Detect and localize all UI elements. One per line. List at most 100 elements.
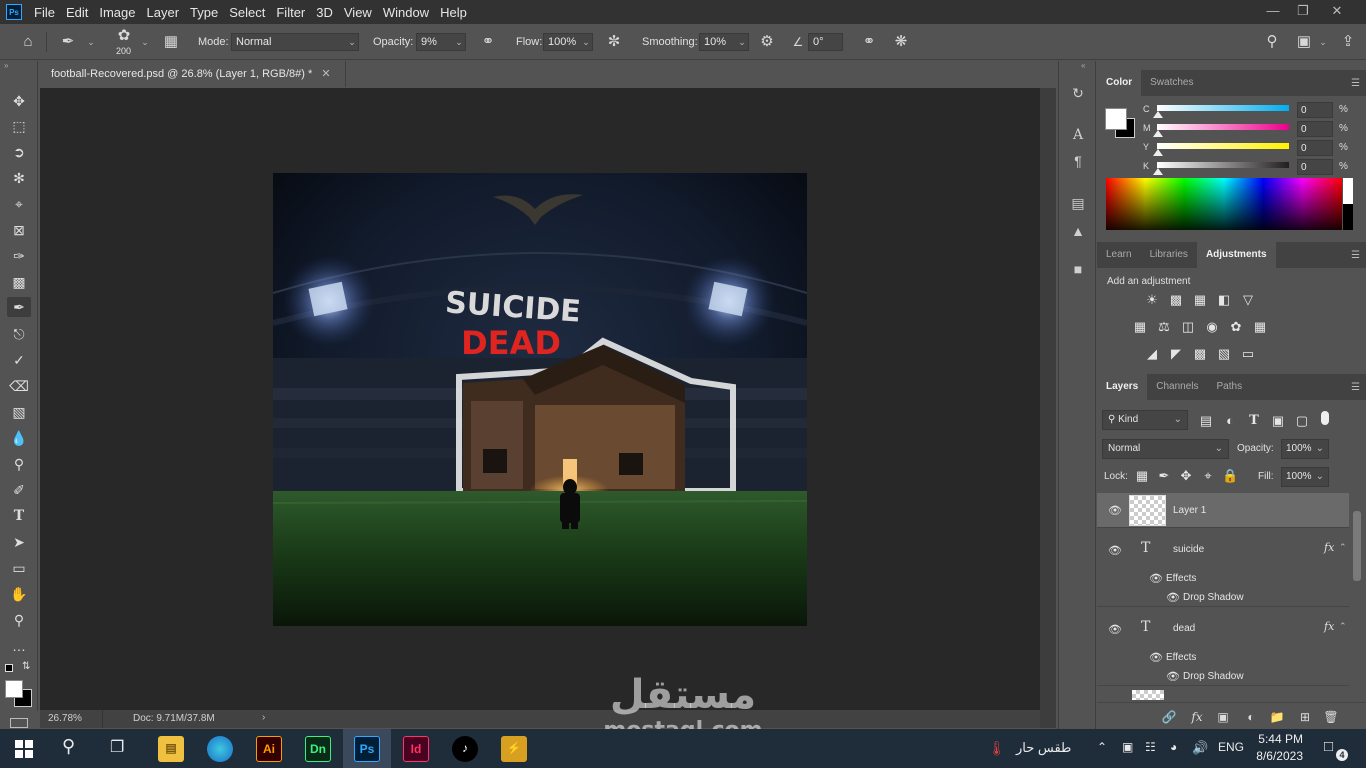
trash-icon[interactable]: 🗑 (1323, 709, 1339, 725)
chevron-down-icon[interactable]: ⌄ (452, 33, 466, 51)
lock-transparent-icon[interactable]: ▦ (1134, 468, 1150, 484)
tab-adjustments[interactable]: Adjustments (1196, 242, 1276, 268)
rectangle-tool-icon[interactable]: ▭ (9, 558, 29, 578)
volume-icon[interactable]: 🔊 (1192, 740, 1208, 756)
quick-mask-icon[interactable] (10, 718, 28, 728)
character-icon[interactable]: A (1068, 125, 1088, 145)
panel-menu-icon[interactable]: ☰ (1351, 250, 1360, 261)
clock-date[interactable]: 8/6/2023 (1255, 749, 1303, 763)
filter-pixel-icon[interactable]: ▤ (1198, 413, 1214, 429)
menu-window[interactable]: Window (383, 5, 429, 20)
spectrum-black[interactable] (1343, 204, 1353, 230)
yellow-slider[interactable] (1157, 143, 1289, 149)
effects-label[interactable]: Effects (1166, 652, 1196, 663)
panel-menu-icon[interactable]: ☰ (1351, 78, 1360, 89)
path-select-tool-icon[interactable]: ➤ (9, 532, 29, 552)
photo-filter-icon[interactable]: ◉ (1204, 319, 1220, 335)
link-icon[interactable]: 🔗 (1161, 709, 1177, 725)
filter-shape-icon[interactable]: ▣ (1270, 413, 1286, 429)
new-adjustment-icon[interactable]: ◐ (1243, 709, 1259, 725)
type-tool-icon[interactable]: T (9, 506, 29, 526)
eraser-tool-icon[interactable]: ⌫ (9, 376, 29, 396)
magenta-field[interactable]: 0 (1297, 121, 1333, 137)
network-icon[interactable]: ☷ (1145, 740, 1156, 754)
tab-paths[interactable]: Paths (1208, 374, 1252, 400)
add-mask-icon[interactable]: ▣ (1215, 709, 1231, 725)
angle-field[interactable]: 0° (808, 33, 843, 51)
threshold-icon[interactable]: ▩ (1192, 346, 1208, 362)
file-explorer-icon[interactable]: ▤ (158, 736, 184, 762)
gradient-map-icon[interactable]: ▭ (1240, 346, 1256, 362)
blend-mode-select[interactable]: Normal ⌄ (1102, 439, 1229, 459)
menu-3d[interactable]: 3D (316, 5, 333, 20)
menu-file[interactable]: File (34, 5, 55, 20)
magenta-thumb[interactable] (1153, 130, 1163, 137)
quick-select-tool-icon[interactable]: ✻ (9, 168, 29, 188)
panel-menu-icon[interactable]: ☰ (1351, 382, 1360, 393)
eyedropper-tool-icon[interactable]: ✑ (9, 246, 29, 266)
magenta-slider[interactable] (1157, 124, 1289, 130)
language-indicator[interactable]: ENG (1218, 740, 1244, 754)
document-canvas[interactable]: SUICIDE DEAD (273, 173, 807, 626)
black-slider[interactable] (1157, 162, 1289, 168)
black-thumb[interactable] (1153, 168, 1163, 175)
invert-icon[interactable]: ◢ (1144, 346, 1160, 362)
fx-icon[interactable]: fx (1324, 541, 1334, 554)
menu-layer[interactable]: Layer (147, 5, 180, 20)
brush-preset-dropdown[interactable]: ⌄ (84, 33, 98, 51)
menu-select[interactable]: Select (229, 5, 265, 20)
tab-swatches[interactable]: Swatches (1141, 70, 1202, 96)
eye-icon[interactable]: 👁 (1149, 651, 1163, 664)
new-layer-icon[interactable]: ⊞ (1297, 709, 1313, 725)
close-tab-icon[interactable]: ✕ (321, 68, 330, 80)
home-icon[interactable]: ⌂ (18, 32, 38, 52)
menu-type[interactable]: Type (190, 5, 218, 20)
pressure-size-icon[interactable]: ⚭ (859, 32, 879, 52)
crop-tool-icon[interactable]: ⌖ (9, 194, 29, 214)
clock-time[interactable]: 5:44 PM (1257, 732, 1303, 746)
search-icon[interactable]: ⚲ (62, 736, 75, 757)
filter-smart-object-icon[interactable]: ▢ (1294, 413, 1310, 429)
tab-learn[interactable]: Learn (1097, 242, 1141, 268)
curves-icon[interactable]: ▦ (1192, 292, 1208, 308)
layer-name[interactable]: Layer 1 (1173, 505, 1206, 516)
black-field[interactable]: 0 (1297, 159, 1333, 175)
layer-name[interactable]: suicide (1173, 544, 1204, 555)
eye-icon[interactable]: 👁 (1108, 544, 1122, 557)
tiktok-icon[interactable]: ♪ (452, 736, 478, 762)
yellow-thumb[interactable] (1153, 149, 1163, 156)
layer-row-suicide[interactable]: 👁 T suicide fx ⌃ 👁 Effects 👁 Drop Shadow (1097, 530, 1349, 607)
brush-tool-icon[interactable]: ✒ (7, 297, 31, 317)
marquee-tool-icon[interactable]: ⬚ (9, 116, 29, 136)
chevron-down-icon[interactable]: ⌄ (579, 33, 593, 51)
brush-settings-icon[interactable]: ▦ (161, 32, 181, 52)
layers-scrollbar[interactable] (1351, 493, 1363, 703)
dodge-tool-icon[interactable]: ⚲ (9, 454, 29, 474)
menu-help[interactable]: Help (440, 5, 467, 20)
effect-drop-shadow[interactable]: Drop Shadow (1183, 592, 1244, 603)
close-icon[interactable]: ✕ (1322, 3, 1352, 21)
thermometer-icon[interactable]: 🌡 (988, 740, 1006, 757)
color-lookup-icon[interactable]: ▦ (1252, 319, 1268, 335)
tab-layers[interactable]: Layers (1097, 374, 1148, 400)
eye-icon[interactable]: 👁 (1149, 572, 1163, 585)
menu-edit[interactable]: Edit (66, 5, 88, 20)
document-tab[interactable]: football-Recovered.psd @ 26.8% (Layer 1,… (40, 61, 346, 87)
channel-mixer-icon[interactable]: ✿ (1228, 319, 1244, 335)
filter-type-icon[interactable]: T (1246, 413, 1262, 429)
gear-icon[interactable]: ⚙ (757, 32, 777, 52)
chevron-down-icon[interactable]: ⌄ (735, 33, 749, 51)
lock-all-icon[interactable]: 🔒 (1222, 468, 1238, 484)
selective-color-icon[interactable]: ▧ (1216, 346, 1232, 362)
task-view-icon[interactable]: ❐ (110, 737, 124, 757)
collapse-icon[interactable]: » (4, 61, 8, 70)
exposure-icon[interactable]: ◧ (1216, 292, 1232, 308)
paragraph-icon[interactable]: ¶ (1068, 151, 1088, 171)
dimension-icon[interactable]: Dn (305, 736, 331, 762)
edge-browser-icon[interactable] (207, 736, 233, 762)
mode-select[interactable]: Normal (231, 33, 359, 51)
history-brush-tool-icon[interactable]: ✓ (9, 350, 29, 370)
stamp-tool-icon[interactable]: ⎋ (9, 324, 29, 344)
eye-icon[interactable]: 👁 (1108, 623, 1122, 636)
lock-image-icon[interactable]: ✒ (1156, 468, 1172, 484)
